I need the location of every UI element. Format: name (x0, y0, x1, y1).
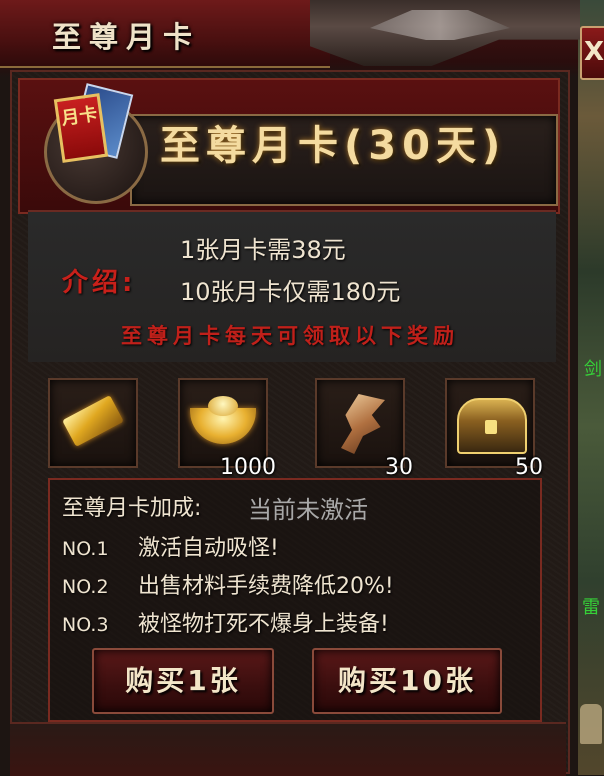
background-npc-label: 雷 (582, 597, 600, 618)
bonus-item-number: NO.1 (62, 538, 109, 560)
reward-count: 30 (385, 455, 413, 480)
bonus-item-number: NO.2 (62, 576, 109, 598)
bonus-item: NO.1 激活自动吸怪! (62, 530, 279, 562)
reward-header: 至尊月卡每天可领取以下奖励 (0, 320, 604, 350)
reward-slot[interactable]: 30 (315, 378, 413, 480)
bonus-item-text: 出售材料手续费降低20%! (138, 574, 394, 599)
reward-slot[interactable]: 1000 (178, 378, 276, 480)
bonus-item-text: 激活自动吸怪! (138, 536, 279, 561)
intro-price-single: 1张月卡需38元 (180, 236, 346, 264)
reward-count: 50 (515, 455, 543, 480)
monthly-card-window: 至尊月卡 月卡 至尊月卡(30天) 介绍: 1张月卡需38元 10张月卡仅需18… (0, 0, 580, 776)
background-character (580, 704, 602, 744)
buy-one-button[interactable]: 购买1张 (92, 648, 274, 714)
bonus-item-number: NO.3 (62, 614, 109, 636)
background-npc-label: 剑 (584, 359, 602, 380)
reward-slot[interactable]: 50 (445, 378, 543, 480)
bonus-item: NO.3 被怪物打死不爆身上装备! (62, 606, 389, 638)
reward-slot[interactable] (48, 378, 138, 468)
bonus-item-text: 被怪物打死不爆身上装备! (138, 612, 389, 637)
treasure-chest-icon (457, 398, 527, 454)
reward-count: 1000 (220, 455, 276, 480)
banner-title: 至尊月卡(30天) (160, 123, 507, 169)
wing-feather-icon (341, 394, 385, 454)
bonus-status: 当前未激活 (248, 496, 368, 524)
monthly-card-icon: 月卡 (53, 93, 109, 163)
close-button[interactable]: X (580, 26, 604, 80)
window-title: 至尊月卡 (52, 20, 201, 54)
intro-price-bundle: 10张月卡仅需180元 (180, 278, 401, 306)
window-footer (10, 722, 566, 776)
title-ornament (310, 0, 580, 66)
reward-header-text: 至尊月卡每天可领取以下奖励 (121, 324, 459, 348)
title-tab: 至尊月卡 (0, 0, 330, 68)
bonus-title: 至尊月卡加成: (62, 496, 202, 521)
bonus-item: NO.2 出售材料手续费降低20%! (62, 568, 394, 600)
game-background-strip: 剑 雷 (578, 0, 604, 775)
buy-ten-button[interactable]: 购买10张 (312, 648, 502, 714)
intro-label: 介绍: (62, 268, 137, 298)
gold-ingot-icon (190, 396, 256, 444)
gold-bar-icon (62, 395, 124, 447)
